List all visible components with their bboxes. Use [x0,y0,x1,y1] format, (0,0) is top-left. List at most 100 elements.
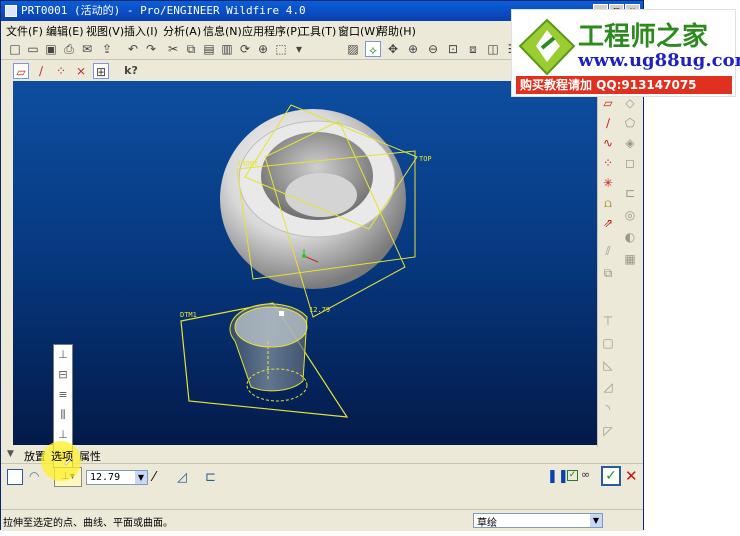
menu-edit[interactable]: 编辑(E) [46,23,84,39]
intersect-icon[interactable]: ◻ [622,155,638,171]
tab-options[interactable]: 选项 [51,448,73,464]
collapse-arrow-icon[interactable]: ▼ [7,449,14,459]
regenerate-icon[interactable]: ⟳ [237,41,253,57]
csys-tool-icon[interactable]: ✳ [600,175,616,191]
pause-icon[interactable]: ❚❚ [547,469,569,484]
pattern-icon[interactable]: ⇗ [600,215,616,231]
rib-tool-icon[interactable]: ◺ [600,357,616,373]
filter-value: 草绘 [477,518,497,529]
flip-direction-icon[interactable]: ⁄ [153,470,155,485]
save-icon[interactable]: ▣ [43,41,59,57]
spin-center-icon[interactable]: ⟡ [365,41,381,57]
reorient-icon[interactable]: ⧈ [465,41,481,57]
copy-icon[interactable]: ⧉ [183,41,199,57]
zoom-out-icon[interactable]: ⊖ [425,41,441,57]
orient-mode-icon[interactable]: ✥ [385,41,401,57]
menu-info[interactable]: 信息(N) [203,23,242,39]
menu-tools[interactable]: 工具(T) [299,23,336,39]
new-file-icon[interactable]: □ [7,41,23,57]
datum-plane-tool-icon[interactable]: ▱ [600,95,616,111]
menu-view[interactable]: 视图(V) [86,23,124,39]
menu-file[interactable]: 文件(F) [6,23,43,39]
through-all-option-icon[interactable]: ⫼ [55,407,71,422]
chamfer-tool-icon[interactable]: ◸ [600,423,616,439]
depth-dropdown-icon[interactable]: ▼ [135,471,147,484]
whats-this-icon[interactable]: k? [123,63,139,79]
tab-properties[interactable]: 属性 [79,448,101,464]
extrude-dashboard: ◠ ⊥▾ 12.79 ▼ ⁄ ◿ ⊏ ❚❚ ✓ ∞ ✓ ✕ [1,463,643,491]
redo-icon[interactable]: ↷ [143,41,159,57]
datum-axis-tool-icon[interactable]: ∕ [600,115,616,131]
menu-insert[interactable]: 插入(I) [124,23,158,39]
annotations-icon[interactable]: ⊞ [93,63,109,79]
datum-axes-icon[interactable]: ∕ [33,63,49,79]
drag-handle[interactable] [279,311,284,316]
datum-point-tool-icon[interactable]: ⁘ [600,155,616,171]
round-tool-icon[interactable]: ◝ [600,401,616,417]
coordinate-systems-icon[interactable]: ⨯ [73,63,89,79]
thicken-icon[interactable]: ◎ [622,207,638,223]
preview-checkbox[interactable]: ✓ [567,470,578,481]
depth-value: 12.79 [90,472,121,483]
cut-icon[interactable]: ✂ [165,41,181,57]
ok-button[interactable]: ✓ [601,466,621,486]
datum-points-icon[interactable]: ⁘ [53,63,69,79]
select-dropdown-icon[interactable]: ▾ [291,41,307,57]
draft-tool-icon[interactable]: ◿ [600,379,616,395]
saved-views-icon[interactable]: ◫ [485,41,501,57]
analysis-feature-icon[interactable]: ⩍ [600,195,616,211]
remove-material-icon[interactable]: ◿ [177,470,187,485]
find-icon[interactable]: ⊕ [255,41,271,57]
sketched-curve-icon[interactable]: ∿ [600,135,616,151]
depth-dimension: 12.79 [309,306,330,314]
undo-icon[interactable]: ↶ [125,41,141,57]
paste-icon[interactable]: ▤ [201,41,217,57]
refit-icon[interactable]: ⊡ [445,41,461,57]
solid-icon[interactable] [7,469,23,485]
verify-glasses-icon[interactable]: ∞ [581,468,590,481]
banner-note: 购买教程请加 QQ:913147075 [516,76,732,94]
filter-dropdown-icon[interactable]: ▼ [590,514,602,527]
email-icon[interactable]: ✉ [79,41,95,57]
extend-icon[interactable]: ◈ [622,135,638,151]
through-until-option-icon[interactable]: ⊥ [55,427,71,442]
send-icon[interactable]: ⇪ [99,41,115,57]
selection-filter[interactable]: 草绘 ▼ [473,513,603,529]
hole-tool-icon[interactable]: ⊤ [600,313,616,329]
menu-analysis[interactable]: 分析(A) [163,23,201,39]
menu-help[interactable]: 帮助(H) [377,23,416,39]
offset-surface-icon[interactable]: ▦ [622,251,638,267]
repaint-icon[interactable]: ▨ [345,41,361,57]
site-logo-icon [518,18,576,76]
solidify-icon[interactable]: ◐ [622,229,638,245]
dtm1-label: DTM1 [180,311,197,319]
offset-icon[interactable]: ◇ [622,95,638,111]
watermark-banner: 工程师之家 www.ug88ug.com 购买教程请加 QQ:913147075 [511,9,740,97]
status-bar: 拉伸至选定的点、曲线、平面或曲面。 草绘 ▼ [1,509,643,531]
datum-planes-icon[interactable]: ▱ [13,63,29,79]
to-next-option-icon[interactable]: ≡ [55,387,71,402]
graphics-window[interactable]: FRONT TOP DTM1 12.79 [13,81,597,445]
print-icon[interactable]: ⎙ [61,41,77,57]
trim-icon[interactable]: ⬠ [622,115,638,131]
cancel-button[interactable]: ✕ [625,467,638,485]
surface-icon[interactable]: ◠ [29,469,39,483]
menu-window[interactable]: 窗口(W) [338,23,379,39]
mirror-icon[interactable]: ⫽ [600,243,616,259]
top-label: TOP [419,155,432,163]
paste-special-icon[interactable]: ▥ [219,41,235,57]
project-icon[interactable]: ⊏ [622,185,638,201]
depth-value-field[interactable]: 12.79 ▼ [86,470,148,485]
merge-icon[interactable]: ⧉ [600,265,616,281]
blind-option-icon[interactable]: ⊥ [55,347,71,362]
zoom-in-icon[interactable]: ⊕ [405,41,421,57]
app-icon [5,5,17,17]
shell-tool-icon[interactable]: ▢ [600,335,616,351]
symmetric-option-icon[interactable]: ⊟ [55,367,71,382]
menu-applications[interactable]: 应用程序(P) [242,23,301,39]
open-file-icon[interactable]: ▭ [25,41,41,57]
thicken-sketch-icon[interactable]: ⊏ [205,470,216,485]
front-label: FRONT [237,160,259,168]
cylinder-top [234,306,308,348]
select-box-icon[interactable]: ⬚ [273,41,289,57]
